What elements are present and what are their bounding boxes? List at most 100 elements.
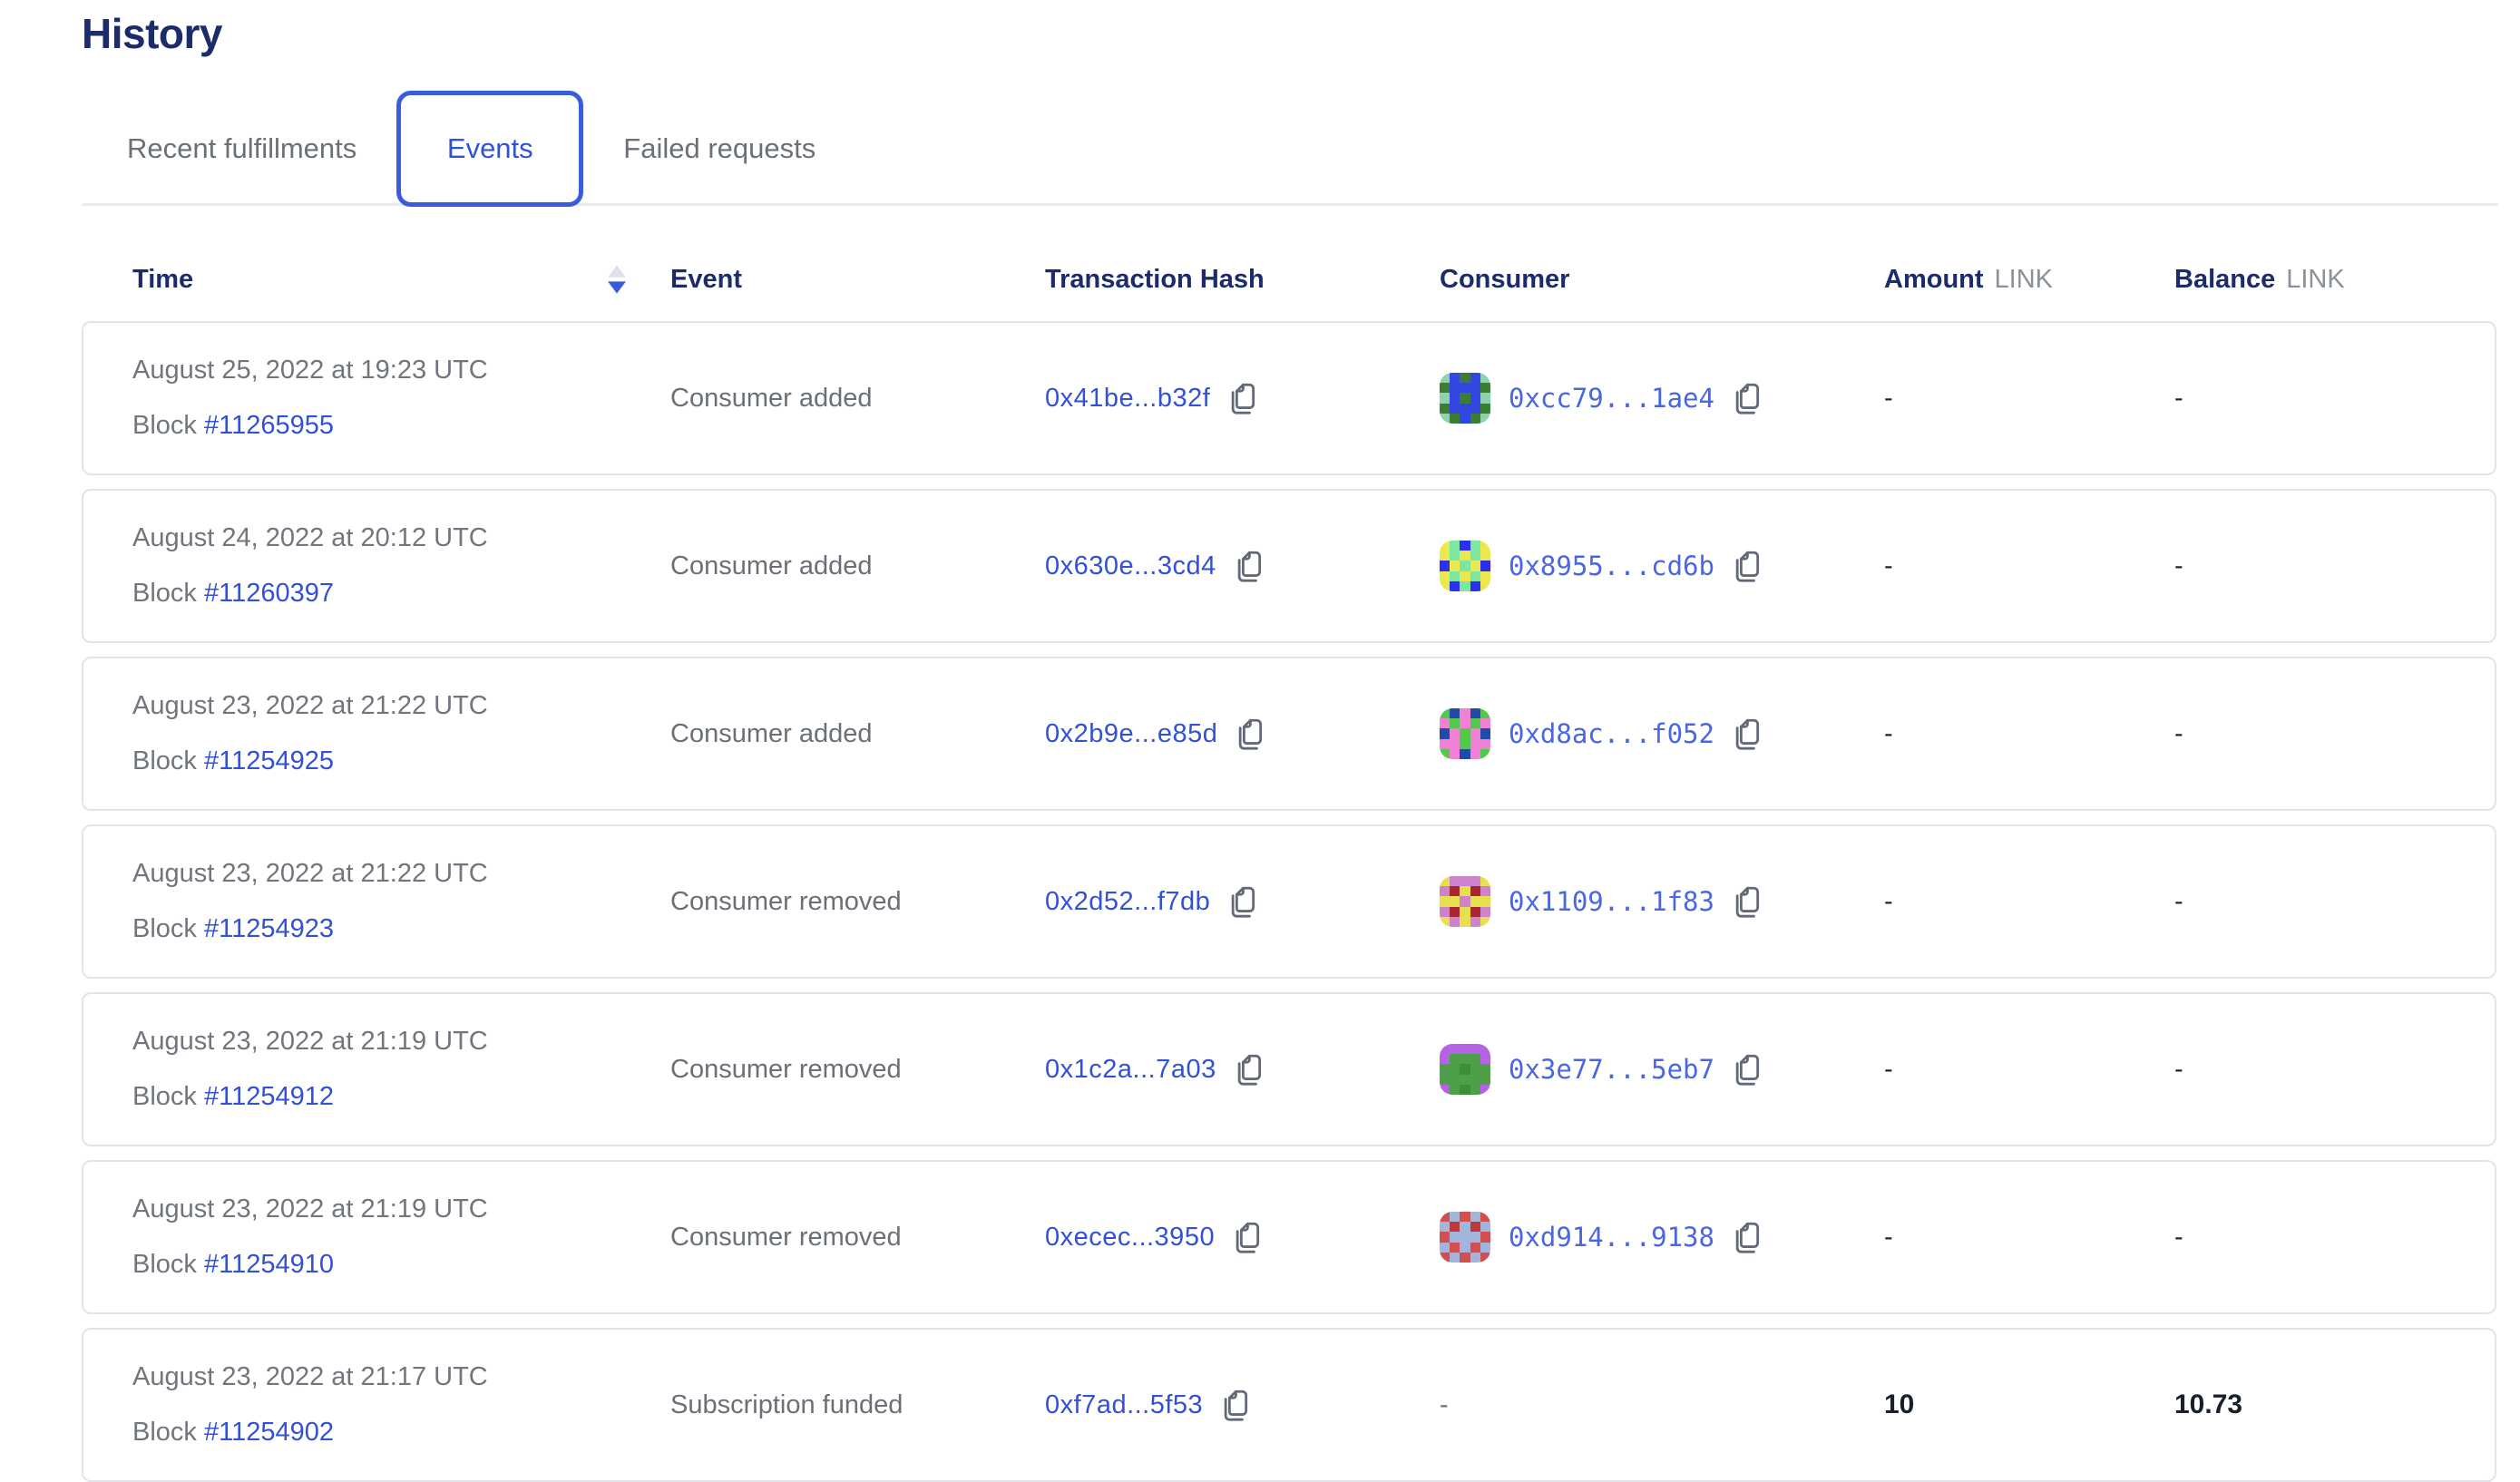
balance-value: -	[2174, 551, 2495, 581]
copy-icon[interactable]	[1729, 379, 1763, 417]
block-number-link[interactable]: #11265955	[204, 411, 334, 440]
balance-value: -	[2174, 1055, 2495, 1085]
table-row: August 23, 2022 at 21:22 UTC Block #1125…	[82, 657, 2496, 811]
block-number-link[interactable]: #11254902	[204, 1418, 334, 1447]
table-row: August 25, 2022 at 19:23 UTC Block #1126…	[82, 321, 2496, 475]
copy-icon[interactable]	[1729, 882, 1763, 921]
transaction-hash-link[interactable]: 0xf7ad...5f53	[1045, 1390, 1203, 1420]
tab-failed-requests[interactable]: Failed requests	[623, 132, 816, 165]
column-header-transaction-hash: Transaction Hash	[1045, 265, 1440, 295]
transaction-hash-link[interactable]: 0x1c2a...7a03	[1045, 1055, 1216, 1085]
table-row: August 24, 2022 at 20:12 UTC Block #1126…	[82, 489, 2496, 643]
transaction-hash-cell: 0x1c2a...7a03	[1045, 1050, 1440, 1088]
event-type: Consumer removed	[670, 1055, 1045, 1085]
transaction-hash-cell: 0xecec...3950	[1045, 1218, 1440, 1256]
block-number-link[interactable]: #11254925	[204, 746, 334, 775]
copy-icon[interactable]	[1225, 379, 1259, 417]
event-timestamp: August 23, 2022 at 21:17 UTC	[132, 1362, 670, 1392]
block-line: Block #11254925	[132, 746, 670, 776]
balance-unit-label: LINK	[2286, 265, 2344, 295]
consumer-identicon	[1440, 876, 1490, 927]
block-number-link[interactable]: #11254910	[204, 1250, 334, 1279]
amount-value: -	[1884, 551, 2174, 581]
block-number-link[interactable]: #11254912	[204, 1082, 334, 1111]
events-table-body: August 25, 2022 at 19:23 UTC Block #1126…	[82, 321, 2498, 1482]
consumer-address-link[interactable]: 0xcc79...1ae4	[1509, 383, 1714, 414]
column-header-balance: Balance LINK	[2174, 265, 2498, 295]
consumer-address-link[interactable]: 0x1109...1f83	[1509, 886, 1714, 917]
consumer-address-link[interactable]: 0xd8ac...f052	[1509, 718, 1714, 749]
block-line: Block #11254912	[132, 1082, 670, 1112]
column-header-amount: Amount LINK	[1884, 265, 2174, 295]
block-line: Block #11254902	[132, 1418, 670, 1448]
time-cell: August 23, 2022 at 21:17 UTC Block #1125…	[132, 1362, 670, 1448]
event-timestamp: August 23, 2022 at 21:22 UTC	[132, 691, 670, 721]
balance-value: -	[2174, 719, 2495, 749]
block-label: Block	[132, 1418, 204, 1447]
transaction-hash-link[interactable]: 0xecec...3950	[1045, 1223, 1215, 1253]
transaction-hash-link[interactable]: 0x630e...3cd4	[1045, 551, 1216, 581]
event-type: Subscription funded	[670, 1390, 1045, 1420]
consumer-address-link[interactable]: 0x3e77...5eb7	[1509, 1054, 1714, 1085]
event-type: Consumer added	[670, 384, 1045, 414]
consumer-identicon	[1440, 541, 1490, 591]
block-label: Block	[132, 1250, 204, 1279]
event-type: Consumer removed	[670, 1223, 1045, 1253]
sort-descending-icon[interactable]	[603, 261, 630, 297]
table-row: August 23, 2022 at 21:17 UTC Block #1125…	[82, 1328, 2496, 1482]
block-line: Block #11260397	[132, 579, 670, 609]
transaction-hash-cell: 0x2b9e...e85d	[1045, 715, 1440, 753]
time-cell: August 23, 2022 at 21:22 UTC Block #1125…	[132, 691, 670, 776]
tab-recent-fulfillments[interactable]: Recent fulfillments	[127, 132, 357, 165]
balance-value: -	[2174, 384, 2495, 414]
transaction-hash-link[interactable]: 0x41be...b32f	[1045, 384, 1210, 414]
event-timestamp: August 25, 2022 at 19:23 UTC	[132, 356, 670, 385]
consumer-empty: -	[1440, 1390, 1449, 1420]
consumer-cell: 0x3e77...5eb7	[1440, 1044, 1884, 1095]
block-label: Block	[132, 411, 204, 440]
column-header-time: Time	[132, 261, 670, 297]
consumer-address-link[interactable]: 0xd914...9138	[1509, 1222, 1714, 1253]
column-header-consumer: Consumer	[1440, 265, 1884, 295]
transaction-hash-cell: 0x41be...b32f	[1045, 379, 1440, 417]
consumer-cell: 0x1109...1f83	[1440, 876, 1884, 927]
transaction-hash-cell: 0xf7ad...5f53	[1045, 1386, 1440, 1424]
transaction-hash-link[interactable]: 0x2d52...f7db	[1045, 887, 1210, 917]
amount-value: -	[1884, 1223, 2174, 1253]
table-row: August 23, 2022 at 21:19 UTC Block #1125…	[82, 1160, 2496, 1314]
history-page: History Recent fulfillments Events Faile…	[82, 0, 2498, 1451]
time-cell: August 23, 2022 at 21:22 UTC Block #1125…	[132, 859, 670, 944]
consumer-identicon	[1440, 708, 1490, 759]
consumer-address-link[interactable]: 0x8955...cd6b	[1509, 551, 1714, 581]
copy-icon[interactable]	[1729, 715, 1763, 753]
event-timestamp: August 23, 2022 at 21:19 UTC	[132, 1194, 670, 1224]
block-line: Block #11254910	[132, 1250, 670, 1280]
transaction-hash-cell: 0x2d52...f7db	[1045, 882, 1440, 921]
copy-icon[interactable]	[1217, 1386, 1252, 1424]
block-label: Block	[132, 1082, 204, 1111]
copy-icon[interactable]	[1229, 1218, 1264, 1256]
amount-value: -	[1884, 719, 2174, 749]
consumer-identicon	[1440, 373, 1490, 424]
transaction-hash-link[interactable]: 0x2b9e...e85d	[1045, 719, 1217, 749]
transaction-hash-cell: 0x630e...3cd4	[1045, 547, 1440, 585]
tab-bar: Recent fulfillments Events Failed reques…	[82, 89, 2498, 209]
event-type: Consumer added	[670, 719, 1045, 749]
amount-value: -	[1884, 887, 2174, 917]
tab-events[interactable]: Events	[396, 91, 583, 207]
copy-icon[interactable]	[1225, 882, 1259, 921]
copy-icon[interactable]	[1231, 547, 1265, 585]
block-line: Block #11254923	[132, 914, 670, 944]
block-number-link[interactable]: #11260397	[204, 579, 334, 608]
time-cell: August 24, 2022 at 20:12 UTC Block #1126…	[132, 523, 670, 609]
copy-icon[interactable]	[1729, 1050, 1763, 1088]
copy-icon[interactable]	[1232, 715, 1266, 753]
block-label: Block	[132, 579, 204, 608]
time-cell: August 23, 2022 at 21:19 UTC Block #1125…	[132, 1194, 670, 1280]
copy-icon[interactable]	[1231, 1050, 1265, 1088]
consumer-cell: 0xcc79...1ae4	[1440, 373, 1884, 424]
block-number-link[interactable]: #11254923	[204, 914, 334, 943]
copy-icon[interactable]	[1729, 1218, 1763, 1256]
event-timestamp: August 23, 2022 at 21:19 UTC	[132, 1027, 670, 1057]
copy-icon[interactable]	[1729, 547, 1763, 585]
